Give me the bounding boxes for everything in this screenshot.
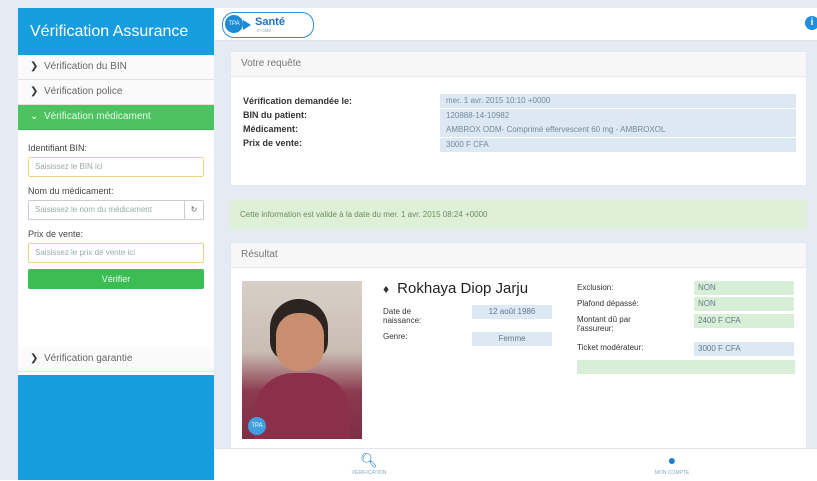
sidebar-menu: ❯ Vérification du BIN ❯ Vérification polic… xyxy=(18,55,214,375)
ceiling-value: NON xyxy=(694,297,794,311)
sidebar-item-label: Vérification médicament xyxy=(44,111,151,122)
request-value-date: mer. 1 avr. 2015 10:10 +0000 xyxy=(440,94,796,108)
result-status-bar xyxy=(577,360,795,374)
sidebar-title: Vérification Assurance xyxy=(30,23,189,40)
logo-arrow-icon xyxy=(243,20,251,30)
bin-label: Identifiant BIN: xyxy=(28,143,88,153)
request-value-bin: 120888-14-10982 xyxy=(440,109,796,123)
sidebar-item-label: Vérification police xyxy=(44,86,123,97)
user-icon: ● xyxy=(667,452,677,468)
chevron-right-icon: ❯ xyxy=(30,86,39,97)
refresh-icon[interactable]: ↻ xyxy=(184,201,203,219)
gender-label: Genre: xyxy=(383,332,408,341)
validity-notice: Cette information est valide à la date d… xyxy=(230,200,807,230)
request-value-medicament: AMBROX ODM- Comprimé effervescent 60 mg … xyxy=(440,123,796,137)
logo-subtext: e-care xyxy=(257,28,272,34)
amount-value: 2400 F CFA xyxy=(694,314,794,328)
search-icon: 🔍︎ xyxy=(360,452,378,468)
sidebar-item-bin[interactable]: ❯ Vérification du BIN xyxy=(18,55,214,80)
tab-label: MON COMPTE xyxy=(654,470,690,476)
patient-name-text: Rokhaya Diop Jarju xyxy=(397,280,529,297)
ticket-value: 3000 F CFA xyxy=(694,342,794,356)
request-label-price: Prix de vente: xyxy=(243,138,303,148)
bin-input[interactable]: Saisissez le BIN ici xyxy=(28,157,204,177)
verify-button[interactable]: Vérifier xyxy=(28,269,204,289)
photo-body xyxy=(254,373,350,439)
patient-name: ♦ Rokhaya Diop Jarju xyxy=(383,280,528,297)
photo-badge-icon: TPA xyxy=(248,417,266,435)
exclusion-value: NON xyxy=(694,281,794,295)
dob-label: Date de naissance: xyxy=(383,307,422,325)
price-input[interactable]: Saisissez le prix de vente ici xyxy=(28,243,204,263)
tab-verification[interactable]: 🔍︎ VÉRIFICATION xyxy=(339,453,399,476)
request-value-price: 3000 F CFA xyxy=(440,138,796,152)
chevron-down-icon: ⌄ xyxy=(30,111,39,122)
request-label-bin: BIN du patient: xyxy=(243,110,307,120)
photo-face xyxy=(276,313,324,371)
logo-text: Santé xyxy=(255,16,285,28)
sidebar-item-garantie[interactable]: ❯ Vérification garantie xyxy=(18,347,214,372)
tab-account[interactable]: ● MON COMPTE xyxy=(642,453,702,476)
medicament-form: Identifiant BIN: Saisissez le BIN ici No… xyxy=(18,130,214,289)
gender-value: Femme xyxy=(472,332,552,346)
brand-logo[interactable]: TPA Santé e-care xyxy=(222,12,314,38)
dob-value: 12 août 1986 xyxy=(472,305,552,319)
tab-label: VÉRIFICATION xyxy=(351,470,387,476)
exclusion-label: Exclusion: xyxy=(577,283,614,292)
sidebar-item-medicament[interactable]: ⌄ Vérification médicament xyxy=(18,105,214,130)
sidebar: Vérification Assurance ❯ Vérification du … xyxy=(18,8,214,480)
chevron-right-icon: ❯ xyxy=(30,61,39,72)
ceiling-label: Plafond dépassé: xyxy=(577,299,639,308)
info-icon[interactable]: i xyxy=(805,16,817,30)
patient-photo: TPA xyxy=(242,281,362,439)
price-label: Prix de vente: xyxy=(28,229,84,239)
result-panel-title: Résultat xyxy=(231,243,806,268)
med-input-placeholder: Saisissez le nom du médicament xyxy=(35,205,152,214)
request-panel-title: Votre requête xyxy=(231,52,806,77)
sidebar-item-label: Vérification garantie xyxy=(44,353,133,364)
med-input[interactable]: Saisissez le nom du médicament ↻ xyxy=(28,200,204,220)
amount-label: Montant dû par l'assureur: xyxy=(577,315,631,333)
top-header: TPA Santé e-care i xyxy=(214,8,817,41)
med-label: Nom du médicament: xyxy=(28,186,114,196)
sidebar-item-police[interactable]: ❯ Vérification police xyxy=(18,80,214,105)
chevron-right-icon: ❯ xyxy=(30,353,39,364)
bottom-tab-bar: 🔍︎ VÉRIFICATION ● MON COMPTE xyxy=(214,448,817,481)
female-icon: ♦ xyxy=(383,282,390,296)
logo-badge: TPA xyxy=(225,15,243,33)
request-label-medicament: Médicament: xyxy=(243,124,299,134)
ticket-label: Ticket modérateur: xyxy=(577,343,644,352)
sidebar-item-label: Vérification du BIN xyxy=(44,61,127,72)
request-label-date: Vérification demandée le: xyxy=(243,96,353,106)
